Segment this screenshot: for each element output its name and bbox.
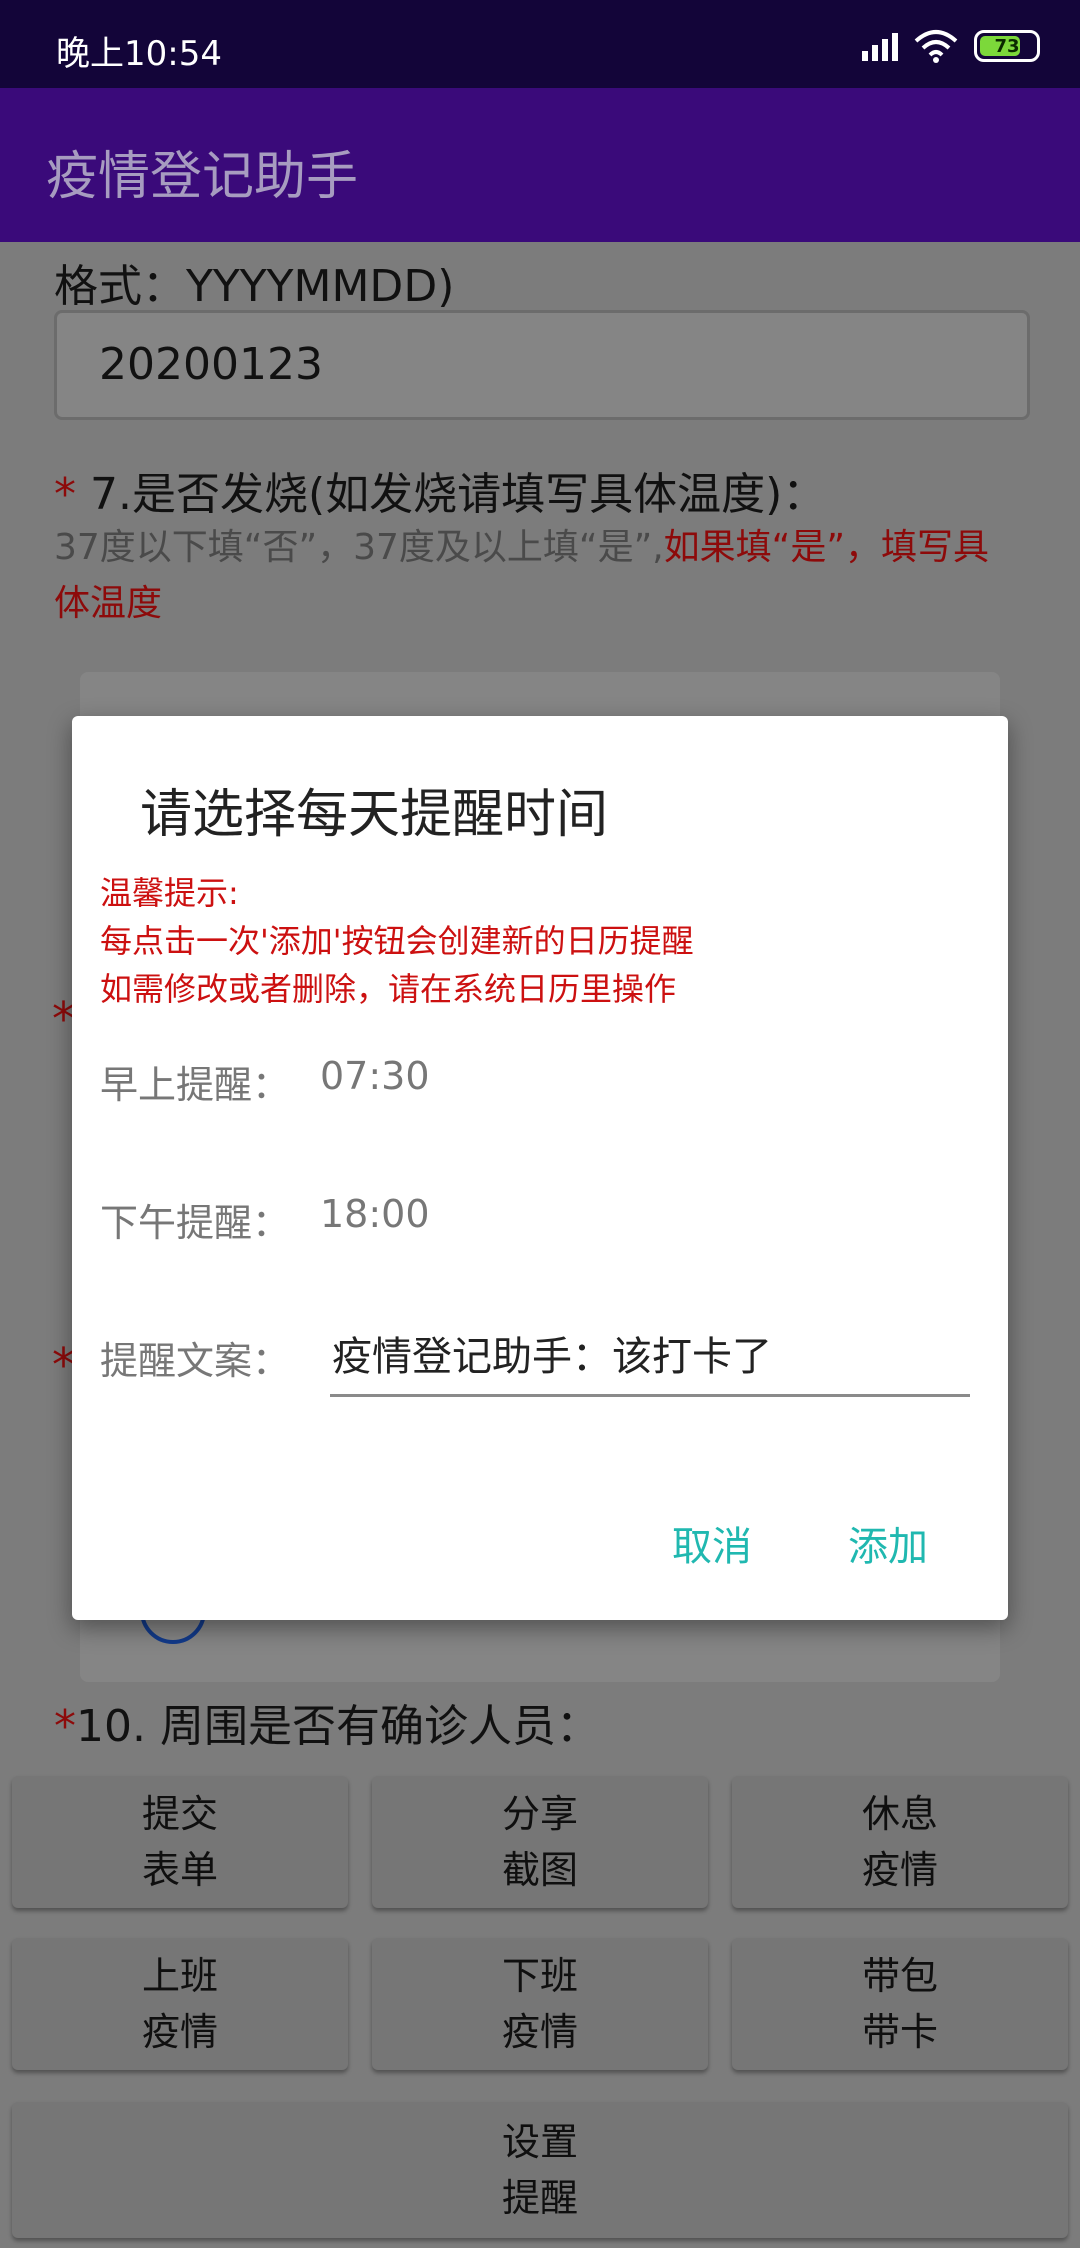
afternoon-reminder-label: 下午提醒： [100,1201,291,1245]
q7-label: 7.是否发烧(如发烧请填写具体温度)： [76,469,827,520]
app-bar: 疫情登记助手 [0,88,1080,242]
reminder-copy-value: 疫情登记助手：该打卡了 [332,1334,772,1380]
required-asterisk: * [54,1701,76,1752]
status-icons: 73 [862,28,1040,64]
share-screenshot-button[interactable]: 分享 截图 [372,1776,708,1908]
battery-icon: 73 [974,30,1040,62]
button-line: 提醒 [501,2176,578,2220]
morning-time-picker[interactable]: 07:30 [320,1054,430,1098]
set-reminder-button[interactable]: 设置 提醒 [12,2102,1068,2238]
button-line: 下班 [501,1954,578,1998]
button-line: 带卡 [861,2010,938,2054]
date-input-value: 20200123 [99,339,323,390]
reminder-time-dialog: 请选择每天提醒时间 温馨提示: 每点击一次'添加'按钮会创建新的日历提醒 如需修… [72,716,1008,1620]
button-line: 表单 [141,1848,218,1892]
button-line: 设置 [501,2120,578,2164]
battery-level: 73 [994,35,1020,57]
reminder-copy-label: 提醒文案： [100,1339,291,1383]
button-line: 上班 [141,1954,218,1998]
q10-title: *10. 周围是否有确诊人员： [54,1690,600,1754]
button-line: 疫情 [141,2010,218,2054]
date-input[interactable]: 20200123 [54,310,1030,420]
q7-hint-grey: 37度以下填“否”，37度及以上填“是”, [54,527,664,568]
button-line: 带包 [861,1954,938,1998]
required-asterisk: * [54,469,76,520]
bag-card-button[interactable]: 带包 带卡 [732,1938,1068,2070]
q7-hint-red: 如果填“是”，填写具 [663,527,989,568]
q7-hint-red-cont: 体温度 [54,583,163,624]
signal-icon [862,31,898,61]
offwork-epidemic-button[interactable]: 下班 疫情 [372,1938,708,2070]
tip-line: 如需修改或者删除，请在系统日历里操作 [100,970,677,1008]
reminder-copy-input[interactable]: 疫情登记助手：该打卡了 [330,1324,970,1397]
q10-label: 10. 周围是否有确诊人员： [76,1701,600,1752]
morning-reminder-label: 早上提醒： [100,1063,291,1107]
wifi-icon [914,30,958,63]
submit-form-button[interactable]: 提交 表单 [12,1776,348,1908]
add-button[interactable]: 添加 [848,1514,928,1572]
tip-line: 每点击一次'添加'按钮会创建新的日历提醒 [100,922,694,960]
button-line: 疫情 [861,1848,938,1892]
status-bar: 晚上10:54 73 [0,0,1080,88]
rest-epidemic-button[interactable]: 休息 疫情 [732,1776,1068,1908]
button-line: 截图 [501,1848,578,1892]
q7-title: * 7.是否发烧(如发烧请填写具体温度)： [54,458,826,522]
app-title: 疫情登记助手 [46,147,359,207]
status-time: 晚上10:54 [56,34,222,74]
date-format-hint: 格式：YYYYMMDD) [54,261,455,312]
button-line: 休息 [861,1792,938,1836]
afternoon-time-picker[interactable]: 18:00 [320,1192,430,1236]
work-epidemic-button[interactable]: 上班 疫情 [12,1938,348,2070]
dialog-title: 请选择每天提醒时间 [140,785,609,845]
button-line: 提交 [141,1792,218,1836]
tip-heading: 温馨提示: [100,874,239,912]
button-line: 疫情 [501,2010,578,2054]
cancel-button[interactable]: 取消 [672,1514,752,1572]
button-line: 分享 [501,1792,578,1836]
q7-hint: 37度以下填“否”，37度及以上填“是”,如果填“是”，填写具 体温度 [54,520,1014,632]
